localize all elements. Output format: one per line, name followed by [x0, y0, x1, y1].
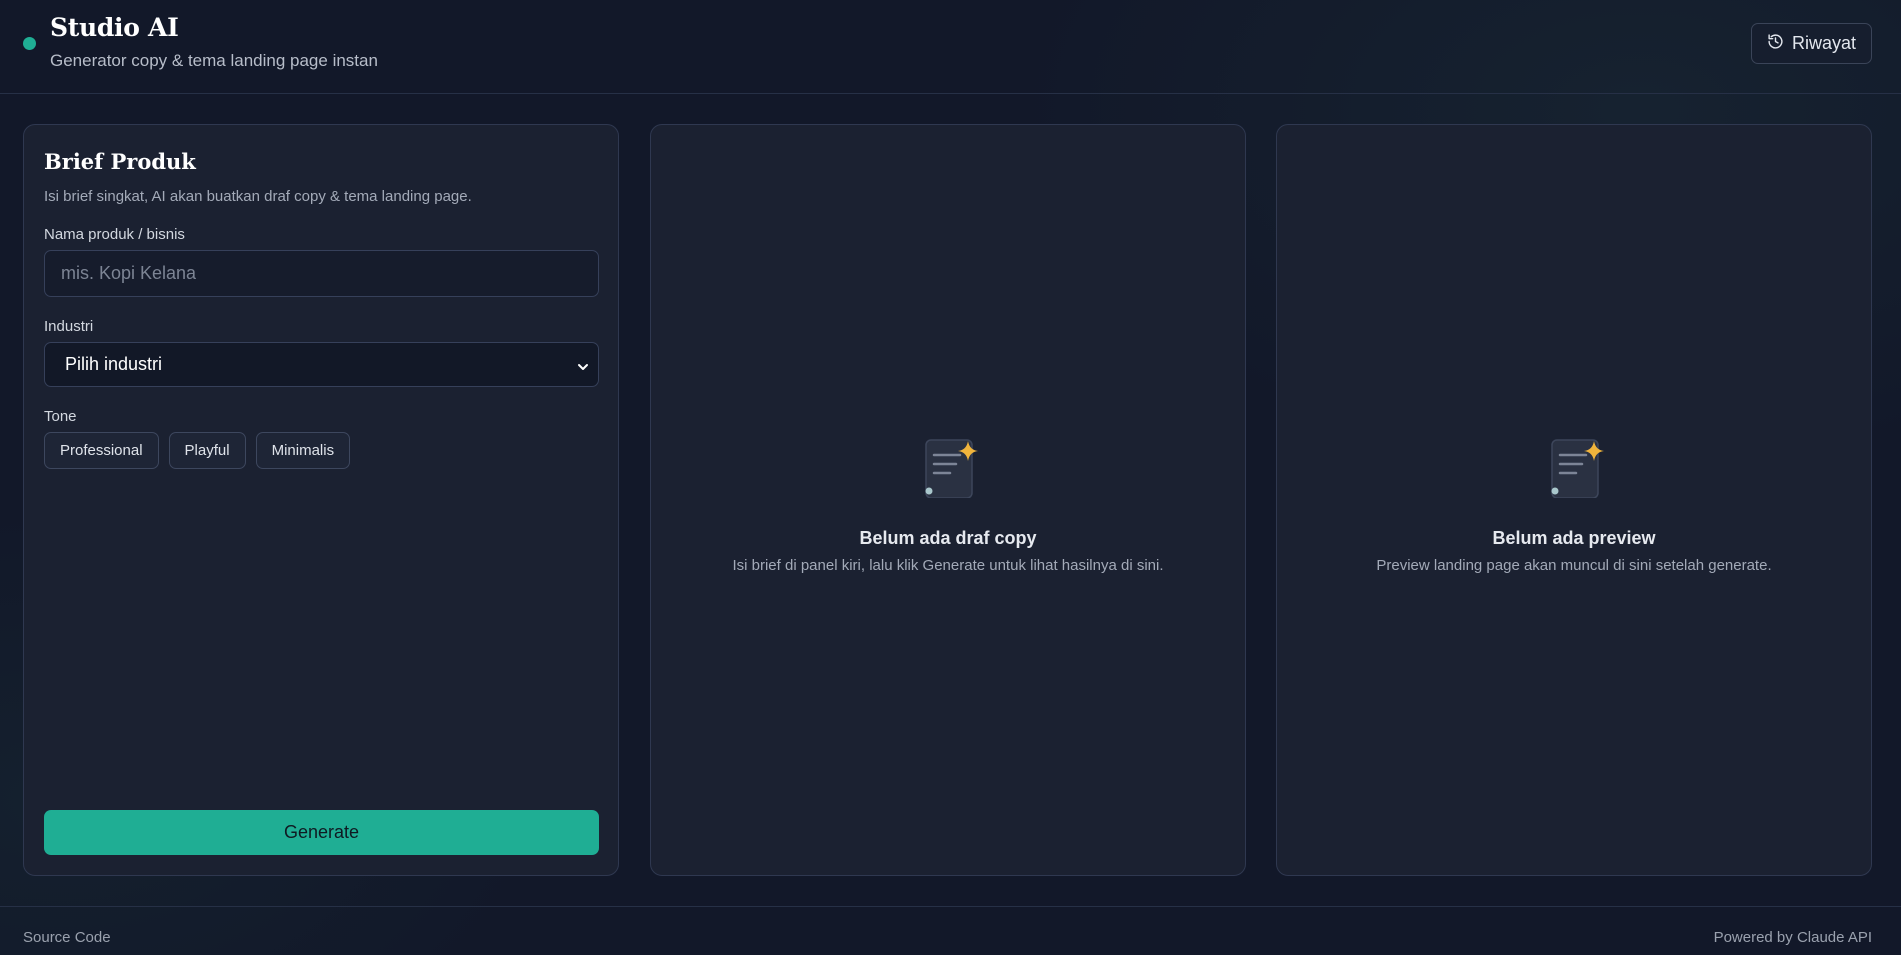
preview-empty-state: Belum ada preview Preview landing page a…: [1277, 434, 1871, 574]
history-button[interactable]: Riwayat: [1751, 23, 1872, 64]
tone-chip-minimalis[interactable]: Minimalis: [255, 432, 351, 469]
generate-button[interactable]: Generate: [44, 810, 599, 855]
copy-panel: Belum ada draf copy Isi brief di panel k…: [650, 124, 1246, 876]
history-icon: [1767, 33, 1784, 55]
tone-chip-professional[interactable]: Professional: [44, 432, 159, 469]
status-dot: [23, 37, 36, 50]
preview-empty-description: Preview landing page akan muncul di sini…: [1376, 557, 1772, 574]
tone-label: Tone: [44, 408, 77, 425]
powered-by-text: Powered by Claude API: [1713, 929, 1872, 946]
industry-select[interactable]: Pilih industri: [44, 342, 599, 387]
tone-options: Professional Playful Minimalis: [44, 432, 351, 469]
app-subtitle: Generator copy & tema landing page insta…: [50, 51, 378, 70]
preview-empty-title: Belum ada preview: [1492, 528, 1656, 548]
tone-chip-playful[interactable]: Playful: [168, 432, 246, 469]
app-title: Studio AI: [50, 13, 179, 42]
app-footer: Source Code Powered by Claude API: [0, 906, 1901, 955]
industry-selected-value: Pilih industri: [65, 354, 163, 374]
brief-panel: Brief Produk Isi brief singkat, AI akan …: [23, 124, 619, 876]
preview-panel: Belum ada preview Preview landing page a…: [1276, 124, 1872, 876]
industry-label: Industri: [44, 318, 94, 335]
chevron-down-icon: [576, 358, 590, 372]
copy-empty-title: Belum ada draf copy: [859, 528, 1037, 548]
document-sparkle-icon: [916, 434, 980, 499]
app-header: Studio AI Generator copy & tema landing …: [0, 0, 1901, 94]
product-name-label: Nama produk / bisnis: [44, 226, 185, 243]
brief-title: Brief Produk: [44, 149, 196, 174]
history-label: Riwayat: [1791, 33, 1857, 53]
source-code-link[interactable]: Source Code: [23, 929, 111, 946]
brief-description: Isi brief singkat, AI akan buatkan draf …: [44, 188, 472, 205]
document-sparkle-icon: [1542, 434, 1606, 499]
product-name-input[interactable]: [44, 250, 599, 297]
copy-empty-state: Belum ada draf copy Isi brief di panel k…: [651, 434, 1245, 574]
copy-empty-description: Isi brief di panel kiri, lalu klik Gener…: [732, 557, 1164, 574]
